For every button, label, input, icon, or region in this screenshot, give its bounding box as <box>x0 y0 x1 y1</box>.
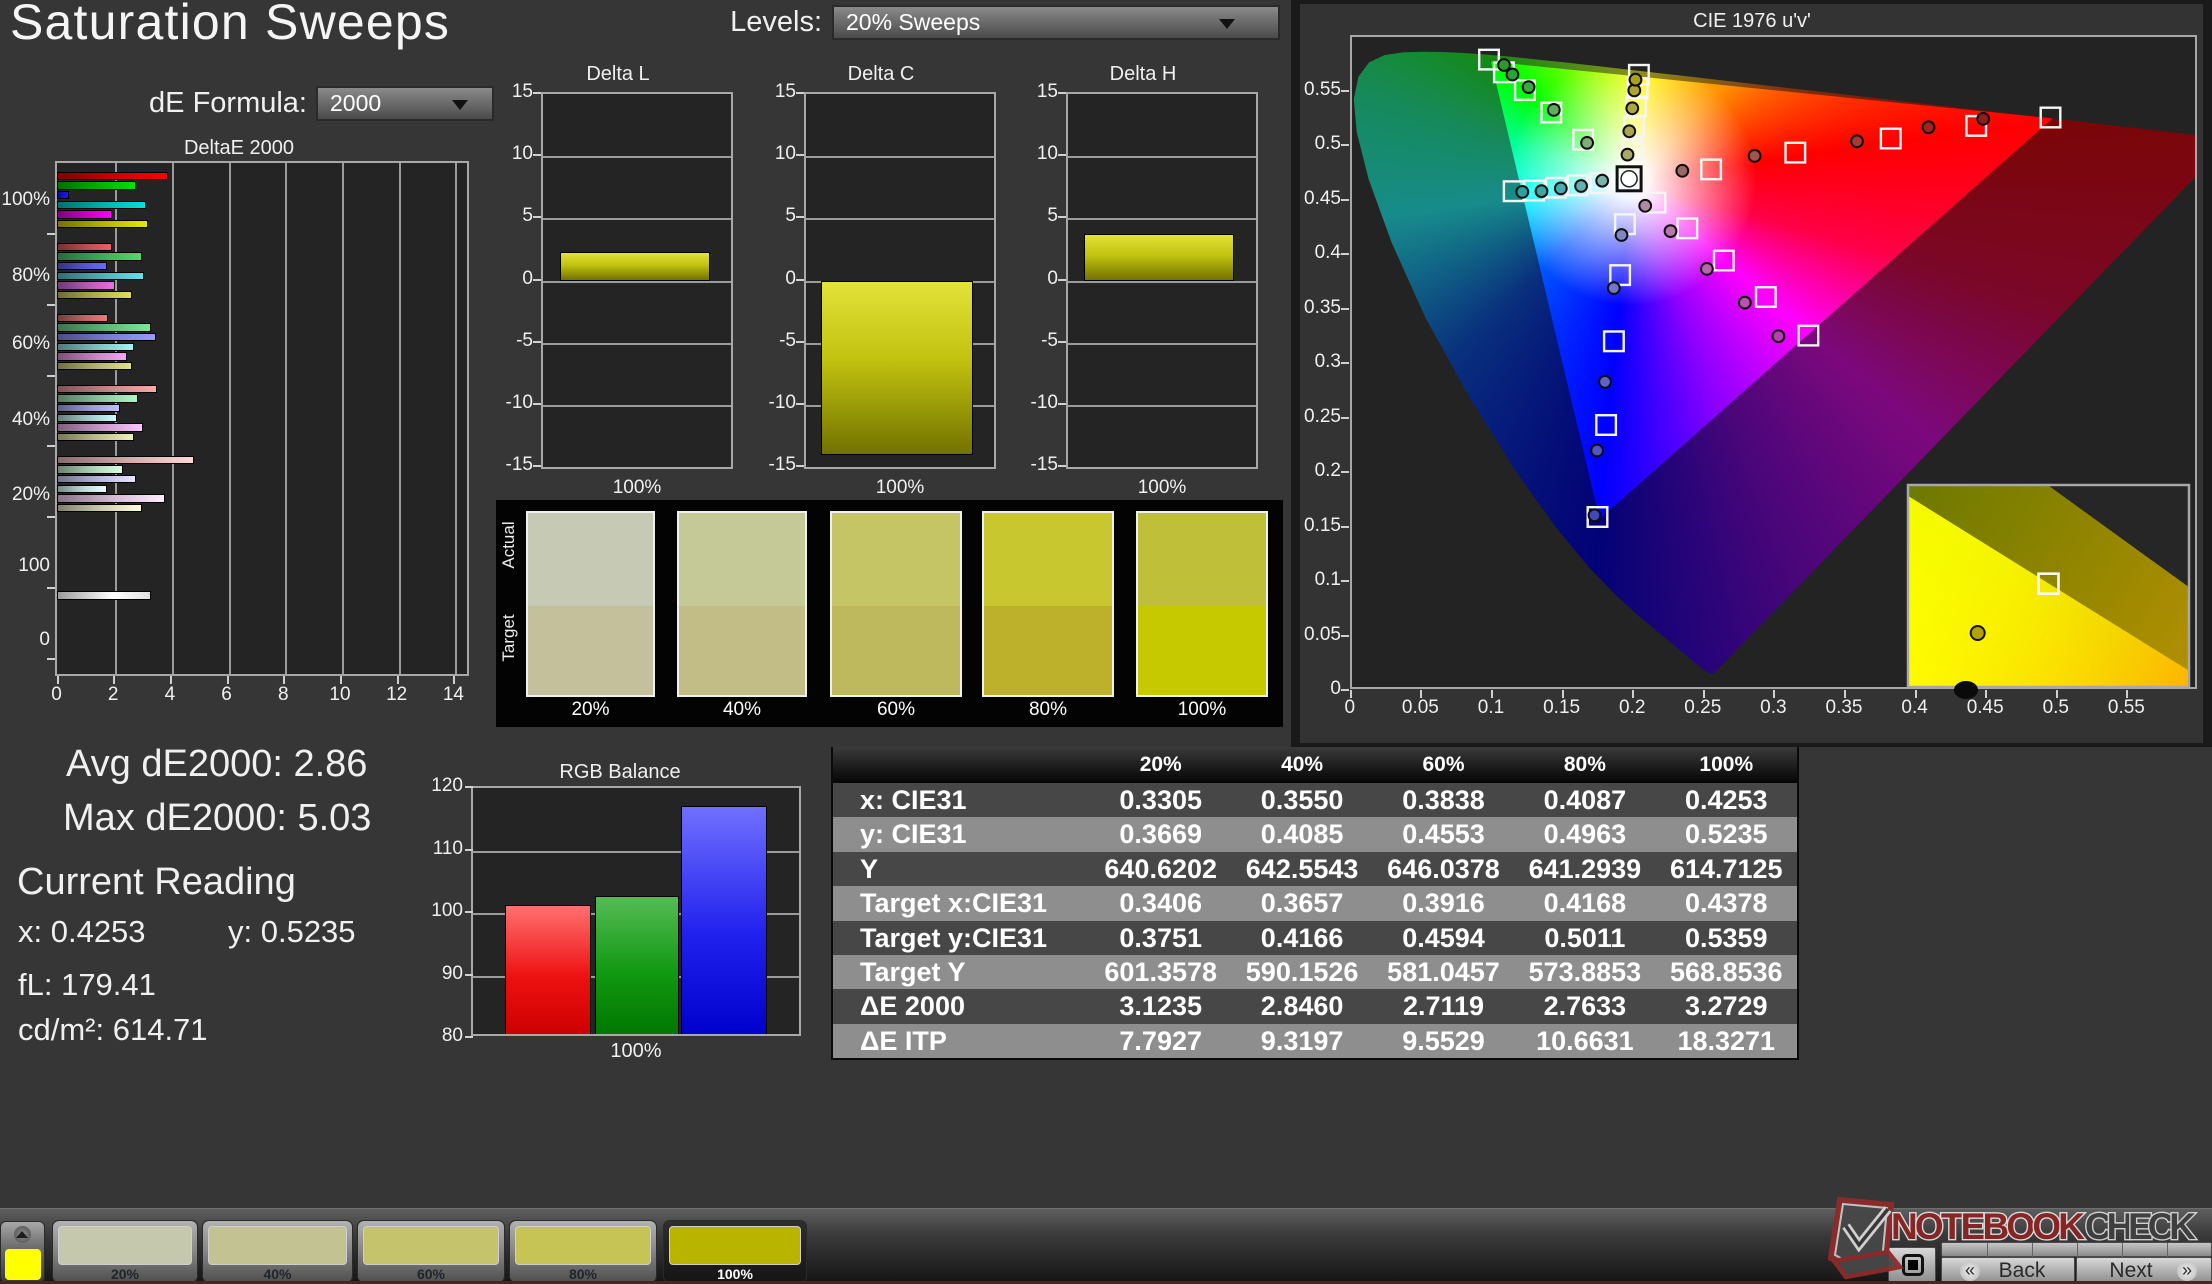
svg-text:NOTEBOOK: NOTEBOOK <box>1891 1206 2085 1247</box>
svg-text:CHECK: CHECK <box>2085 1206 2196 1247</box>
